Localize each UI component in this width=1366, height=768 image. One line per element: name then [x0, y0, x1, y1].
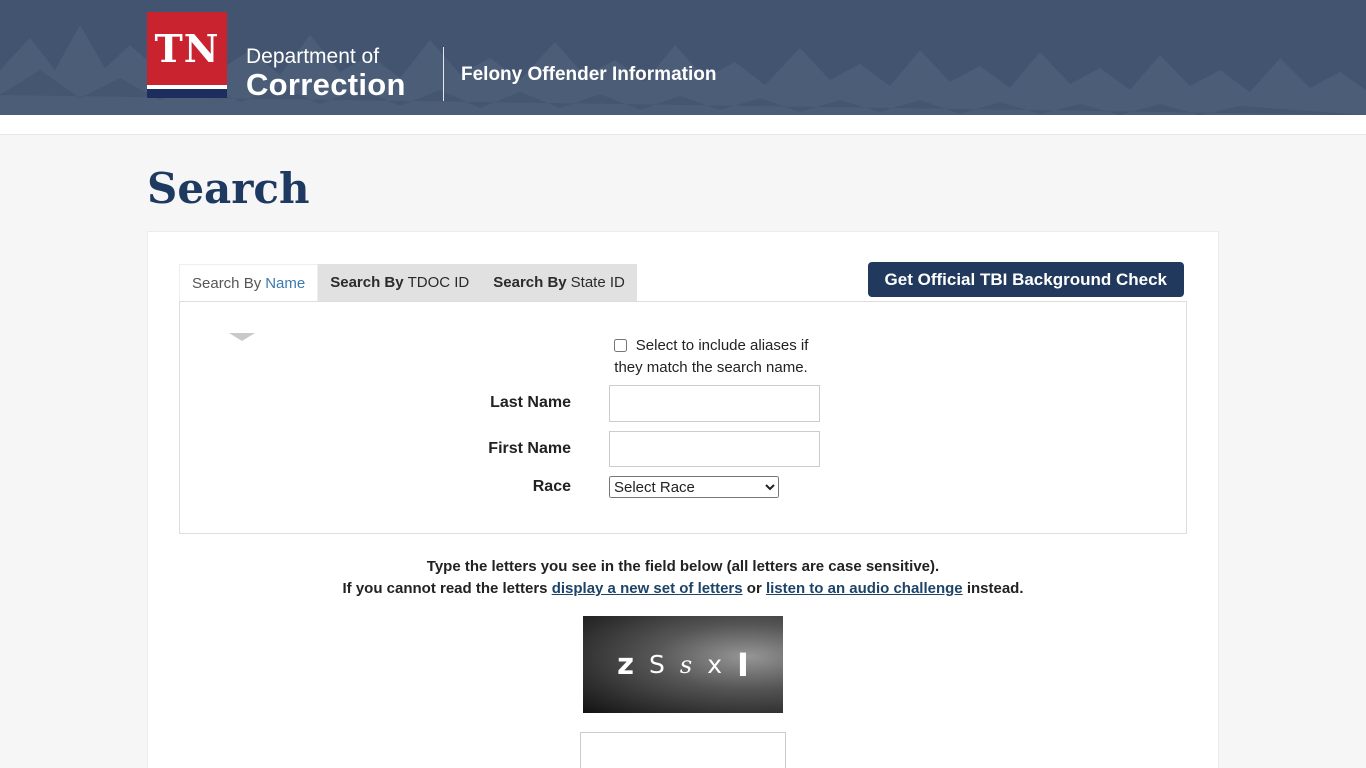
alias-note-line1: Select to include aliases if [636, 337, 809, 354]
tab-prefix: Search By [192, 275, 261, 292]
captcha-instruction-line1: Type the letters you see in the field be… [148, 556, 1218, 578]
captcha-input-wrap [148, 713, 1218, 768]
tn-logo-navy-stripe [147, 89, 227, 98]
race-row: Race Select Race [180, 476, 1186, 498]
captcha-letter: s [680, 653, 692, 677]
first-name-label: First Name [180, 431, 609, 467]
site-header: TN Department of Correction Felony Offen… [0, 0, 1366, 115]
tn-logo-text: TN [154, 26, 219, 71]
last-name-input[interactable] [609, 385, 820, 422]
tn-state-logo[interactable]: TN [147, 12, 227, 98]
search-card-header: Search By Name Search By TDOC ID Search … [148, 232, 1218, 301]
include-aliases-checkbox[interactable] [614, 339, 627, 352]
search-card: Search By Name Search By TDOC ID Search … [147, 231, 1219, 768]
department-wordmark: Department of Correction [246, 45, 406, 102]
captcha-section: Type the letters you see in the field be… [148, 556, 1218, 768]
tab-label: Name [265, 275, 305, 292]
app-title: Felony Offender Information [461, 64, 716, 86]
captcha-letter: S [649, 652, 665, 677]
tab-label: State ID [571, 274, 625, 291]
race-label: Race [180, 476, 609, 498]
tab-search-by-state-id[interactable]: Search By State ID [481, 264, 637, 301]
first-name-row: First Name [180, 431, 1186, 467]
last-name-label: Last Name [180, 385, 609, 422]
captcha-answer-input[interactable] [580, 732, 786, 768]
tab-search-by-tdoc-id[interactable]: Search By TDOC ID [318, 264, 481, 301]
first-name-input[interactable] [609, 431, 820, 467]
tab-label: TDOC ID [408, 274, 470, 291]
last-name-row: Last Name [180, 385, 1186, 422]
captcha-letter: z [617, 650, 634, 679]
captcha-letter: x [707, 652, 722, 677]
captcha-line2-or: or [747, 580, 762, 597]
tab-prefix: Search By [493, 274, 566, 291]
captcha-line2-prefix: If you cannot read the letters [342, 580, 547, 597]
department-line2: Correction [246, 68, 406, 102]
tbi-background-check-button[interactable]: Get Official TBI Background Check [868, 262, 1184, 297]
header-white-band [0, 115, 1366, 135]
race-select[interactable]: Select Race [609, 476, 779, 498]
captcha-instruction-line2: If you cannot read the letters display a… [148, 578, 1218, 600]
alias-note: Select to include aliases if they match … [608, 335, 814, 379]
audio-challenge-link[interactable]: listen to an audio challenge [766, 580, 963, 597]
search-tabs: Search By Name Search By TDOC ID Search … [179, 264, 637, 301]
new-letters-link[interactable]: display a new set of letters [552, 580, 743, 597]
header-divider [443, 47, 444, 101]
captcha-letter: I [737, 649, 749, 681]
tn-logo-red-block: TN [147, 12, 227, 85]
active-tab-caret-icon [229, 333, 255, 341]
captcha-image: z S s x I [583, 616, 783, 713]
department-line1: Department of [246, 45, 406, 68]
page-title: Search [147, 166, 1366, 212]
tab-prefix: Search By [330, 274, 403, 291]
alias-note-line2: they match the search name. [608, 357, 814, 379]
tab-search-by-name[interactable]: Search By Name [179, 264, 318, 301]
name-search-form-panel: Select to include aliases if they match … [179, 301, 1187, 534]
captcha-line2-suffix: instead. [967, 580, 1024, 597]
